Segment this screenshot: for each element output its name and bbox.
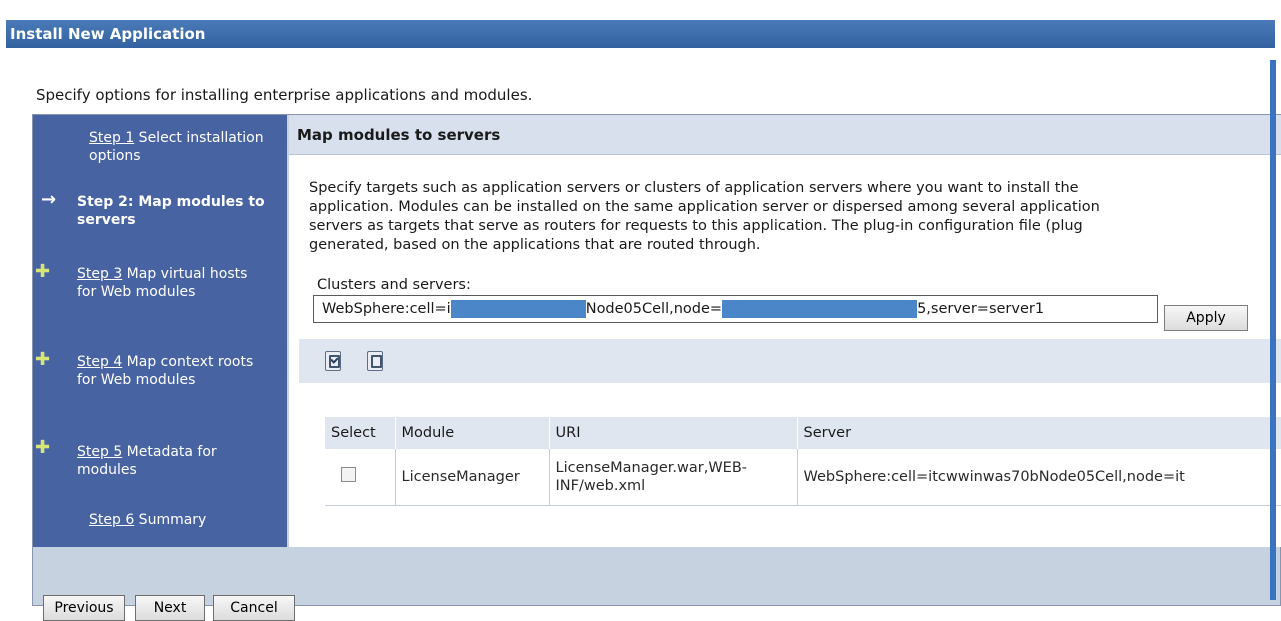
- description-line: servers as targets that serve as routers…: [309, 218, 1083, 234]
- redaction-block: [450, 300, 586, 318]
- step-4-marker-icon: ✚: [35, 349, 51, 370]
- column-header-module: Module: [395, 417, 550, 449]
- redaction-block: [722, 300, 918, 318]
- step-4-link[interactable]: Step 4: [77, 354, 122, 370]
- step-2: Step 2: Map modules to servers: [77, 193, 277, 229]
- target-part-1: WebSphere:cell=i: [322, 301, 451, 317]
- uri-cell: LicenseManager.war,WEB-INF/web.xml: [549, 449, 798, 506]
- apply-button[interactable]: Apply: [1164, 305, 1248, 331]
- select-cell: [325, 449, 396, 506]
- module-cell: LicenseManager: [395, 449, 550, 506]
- wizard-panel: Step 1 Select installation options → Ste…: [32, 114, 1281, 621]
- cancel-button[interactable]: Cancel: [213, 595, 295, 621]
- clusters-servers-label: Clusters and servers:: [317, 277, 471, 293]
- deselect-all-icon[interactable]: [367, 351, 383, 371]
- right-edge-bar: [1270, 60, 1276, 600]
- previous-button[interactable]: Previous: [43, 595, 125, 621]
- table-header-row: Select Module URI Server: [325, 417, 1281, 449]
- step-6-link[interactable]: Step 6: [89, 512, 134, 528]
- step-6-label: Summary: [134, 512, 207, 528]
- step-5-marker-icon: ✚: [35, 437, 51, 458]
- column-header-uri: URI: [549, 417, 798, 449]
- modules-table: Select Module URI Server LicenseManager …: [325, 417, 1281, 506]
- window-title: Install New Application: [10, 25, 206, 43]
- main-content: Map modules to servers Specify targets s…: [289, 115, 1281, 547]
- table-toolbar: [299, 339, 1281, 383]
- step-4: Step 4 Map context roots for Web modules: [77, 353, 262, 389]
- steps-sidebar: Step 1 Select installation options → Ste…: [33, 115, 287, 547]
- step-3-marker-icon: ✚: [35, 261, 51, 282]
- target-part-3: 5,server=server1: [917, 301, 1045, 317]
- description-line: Specify targets such as application serv…: [309, 180, 1079, 196]
- row-select-checkbox[interactable]: [341, 467, 356, 482]
- column-header-server: Server: [797, 417, 1281, 449]
- server-cell: WebSphere:cell=itcwwinwas70bNode05Cell,n…: [797, 449, 1281, 506]
- next-button[interactable]: Next: [135, 595, 205, 621]
- current-step-arrow-icon: →: [41, 189, 57, 210]
- description-line: generated, based on the applications tha…: [309, 237, 761, 253]
- table-row: LicenseManager LicenseManager.war,WEB-IN…: [325, 449, 1281, 506]
- select-all-icon[interactable]: [325, 351, 341, 371]
- step-2-label: Step 2: Map modules to servers: [77, 194, 265, 228]
- step-5-link[interactable]: Step 5: [77, 444, 122, 460]
- step-3-link[interactable]: Step 3: [77, 266, 122, 282]
- intro-text: Specify options for installing enterpris…: [36, 86, 533, 104]
- section-description: Specify targets such as application serv…: [309, 179, 1277, 255]
- step-1: Step 1 Select installation options: [89, 129, 274, 165]
- column-header-select: Select: [325, 417, 396, 449]
- target-part-2: Node05Cell,node=: [585, 301, 723, 317]
- step-1-link[interactable]: Step 1: [89, 130, 134, 146]
- step-3: Step 3 Map virtual hosts for Web modules: [77, 265, 262, 301]
- section-heading: Map modules to servers: [289, 115, 1281, 155]
- window-title-bar: Install New Application: [6, 20, 1275, 48]
- step-5: Step 5 Metadata for modules: [77, 443, 262, 479]
- step-6: Step 6 Summary: [89, 511, 274, 529]
- clusters-servers-select[interactable]: WebSphere:cell=i Node05Cell,node= 5,server…: [313, 295, 1158, 323]
- description-line: application. Modules can be installed on…: [309, 199, 1100, 215]
